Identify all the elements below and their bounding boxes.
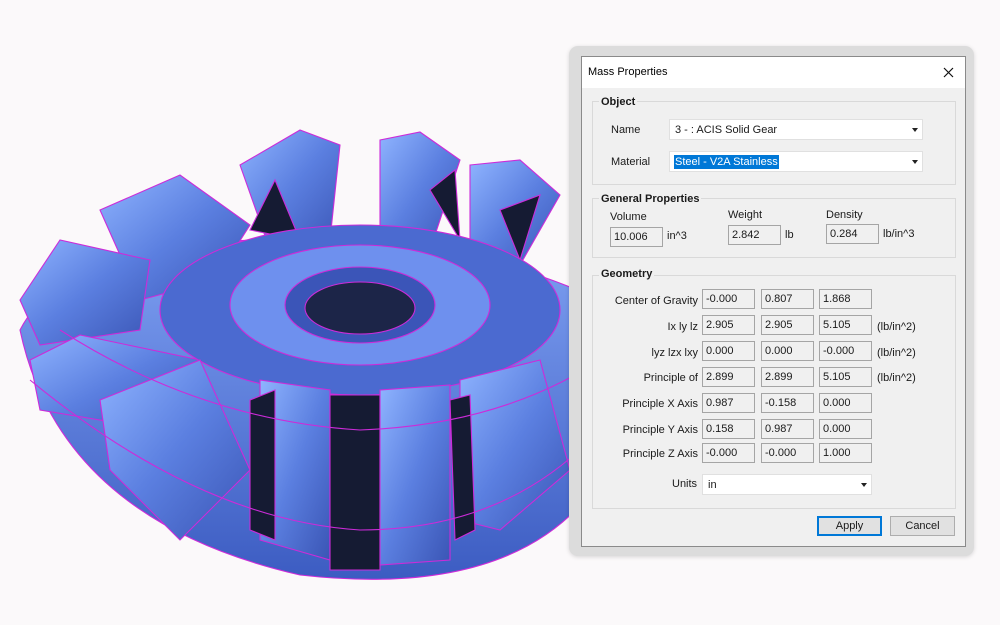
geometry-value-y[interactable]: -0.000: [761, 443, 814, 463]
volume-field[interactable]: 10.006: [610, 227, 663, 247]
geometry-value-y[interactable]: -0.158: [761, 393, 814, 413]
geometry-row-unit: (lb/in^2): [877, 347, 916, 359]
material-select[interactable]: Steel - V2A Stainless: [669, 151, 923, 172]
apply-button[interactable]: Apply: [817, 516, 882, 536]
dialog-title: Mass Properties: [588, 66, 668, 78]
units-label: Units: [672, 478, 698, 490]
name-label: Name: [611, 124, 641, 136]
geometry-value-y[interactable]: 2.899: [761, 367, 814, 387]
geometry-value-x[interactable]: 0.000: [702, 341, 755, 361]
geometry-row-label: Ix ly lz: [667, 321, 698, 333]
volume-label: Volume: [610, 211, 647, 223]
close-icon: [943, 67, 953, 77]
name-select-value: 3 - : ACIS Solid Gear: [675, 124, 778, 136]
mass-properties-dialog: Mass Properties Object Name 3 - : ACIS S…: [581, 56, 966, 547]
weight-field[interactable]: 2.842: [728, 225, 781, 245]
geometry-value-y[interactable]: 2.905: [761, 315, 814, 335]
geometry-value-x[interactable]: 0.158: [702, 419, 755, 439]
geometry-row-unit: (lb/in^2): [877, 372, 916, 384]
units-select-value: in: [708, 479, 717, 491]
units-select[interactable]: in: [702, 474, 872, 495]
geometry-value-z[interactable]: 1.000: [819, 443, 872, 463]
geometry-value-z[interactable]: 0.000: [819, 393, 872, 413]
dialog-titlebar[interactable]: Mass Properties: [582, 57, 965, 88]
geometry-value-x[interactable]: -0.000: [702, 443, 755, 463]
geometry-title: Geometry: [599, 268, 655, 280]
close-button[interactable]: [935, 60, 961, 84]
general-properties-title: General Properties: [599, 193, 702, 205]
geometry-row-label: Principle Z Axis: [622, 448, 698, 460]
geometry-row-unit: (lb/in^2): [877, 321, 916, 333]
density-field[interactable]: 0.284: [826, 224, 879, 244]
gear-model: [19, 129, 601, 580]
geometry-value-z[interactable]: 0.000: [819, 419, 872, 439]
name-select[interactable]: 3 - : ACIS Solid Gear: [669, 119, 923, 140]
object-group: [592, 101, 956, 185]
geometry-value-x[interactable]: 0.987: [702, 393, 755, 413]
geometry-value-y[interactable]: 0.807: [761, 289, 814, 309]
material-select-value: Steel - V2A Stainless: [674, 155, 779, 169]
geometry-value-y[interactable]: 0.000: [761, 341, 814, 361]
volume-unit: in^3: [667, 230, 687, 242]
chevron-down-icon: [912, 128, 918, 132]
chevron-down-icon: [912, 160, 918, 164]
geometry-row-label: Principle Y Axis: [622, 424, 698, 436]
geometry-row-label: lyz lzx lxy: [651, 347, 698, 359]
geometry-value-x[interactable]: 2.899: [702, 367, 755, 387]
weight-unit: lb: [785, 229, 794, 241]
geometry-row-label: Center of Gravity: [614, 295, 698, 307]
geometry-value-z[interactable]: 5.105: [819, 367, 872, 387]
geometry-row-label: Principle of: [643, 372, 698, 384]
cancel-button[interactable]: Cancel: [890, 516, 955, 536]
geometry-row-label: Principle X Axis: [622, 398, 698, 410]
geometry-value-z[interactable]: -0.000: [819, 341, 872, 361]
density-unit: lb/in^3: [883, 228, 915, 240]
geometry-value-x[interactable]: 2.905: [702, 315, 755, 335]
object-group-title: Object: [599, 96, 638, 108]
density-label: Density: [826, 209, 863, 221]
chevron-down-icon: [861, 483, 867, 487]
weight-label: Weight: [728, 209, 763, 221]
geometry-value-y[interactable]: 0.987: [761, 419, 814, 439]
geometry-value-x[interactable]: -0.000: [702, 289, 755, 309]
geometry-value-z[interactable]: 5.105: [819, 315, 872, 335]
material-label: Material: [611, 156, 651, 168]
geometry-value-z[interactable]: 1.868: [819, 289, 872, 309]
